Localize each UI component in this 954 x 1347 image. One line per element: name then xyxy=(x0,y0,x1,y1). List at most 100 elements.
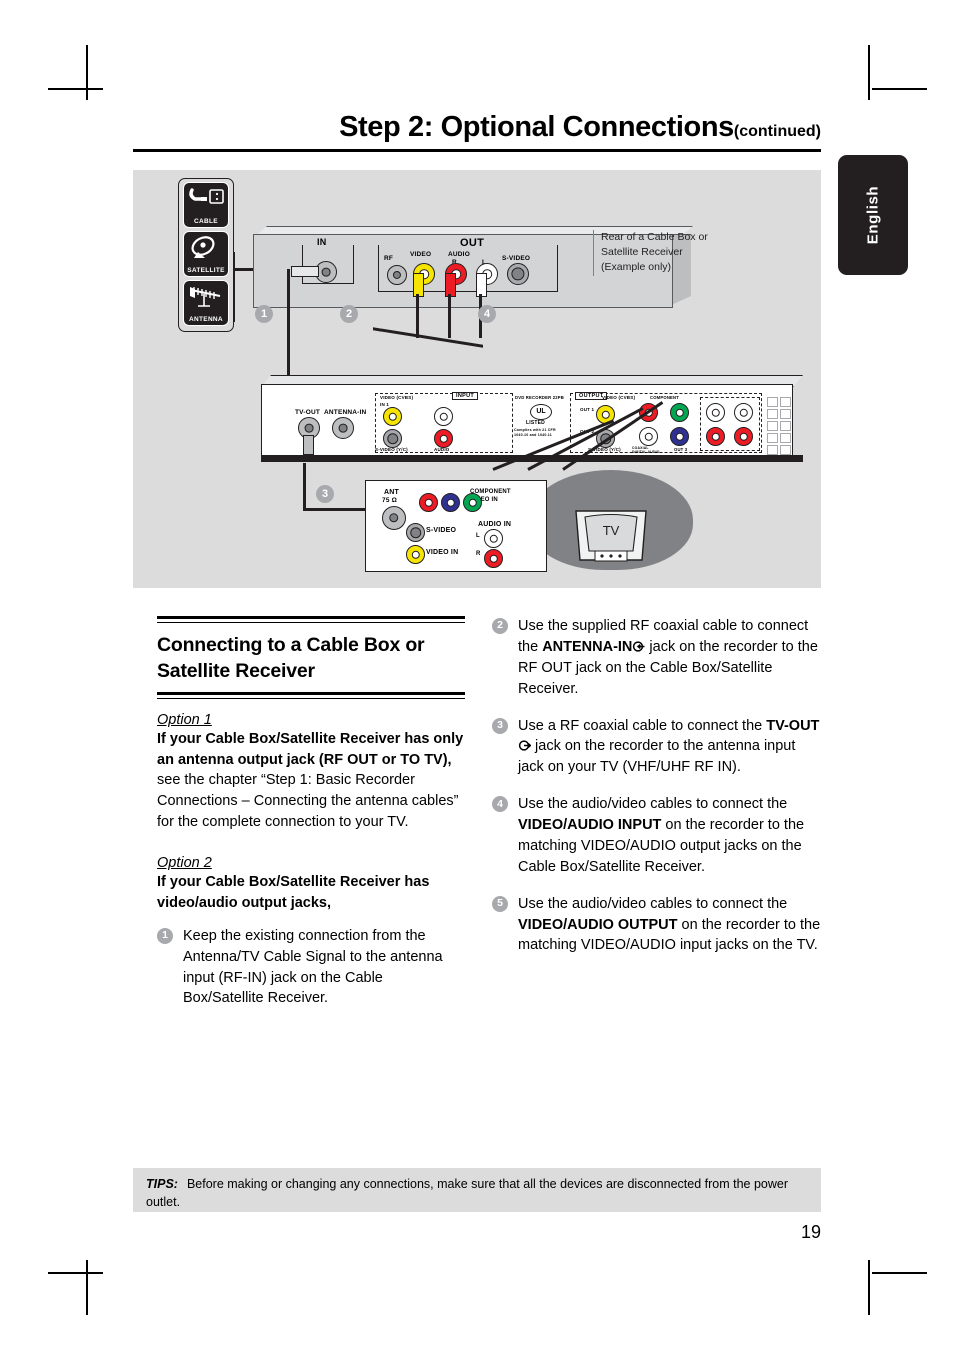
cable-box-out-label: OUT xyxy=(457,237,488,249)
tv-video-in-label: VIDEO IN xyxy=(426,549,459,556)
cable-box-caption-line1: Rear of a Cable Box or xyxy=(601,231,708,243)
tvout-plug xyxy=(303,435,314,455)
cable-box-audio-label: AUDIO xyxy=(448,251,470,258)
left-text-column: Connecting to a Cable Box or Satellite R… xyxy=(157,616,465,1025)
step-1-number: 1 xyxy=(157,927,173,944)
recorder-coaxial-label: COAXIAL DIGITAL AUDIO xyxy=(632,446,660,455)
page-header: Step 2: Optional Connections(continued) xyxy=(133,111,821,153)
crop-mark-br-h xyxy=(872,1272,927,1274)
step-3-pre: Use a RF coaxial cable to connect the xyxy=(518,717,767,734)
cable-box-caption: Rear of a Cable Box or Satellite Receive… xyxy=(593,230,791,276)
tv-set: TV xyxy=(573,508,649,570)
recorder-svideo-in-jack xyxy=(383,429,402,448)
recorder-video-in-label: VIDEO (CVBS) xyxy=(380,395,414,400)
tv-out-jack-icon xyxy=(518,738,532,752)
tips-box: TIPS: Before making or changing any conn… xyxy=(133,1168,821,1212)
recorder-coaxial-digital-jack xyxy=(639,427,658,446)
page-title-continued: (continued) xyxy=(733,123,821,140)
tv-audio-r-jack xyxy=(484,549,503,568)
step-5-bold: VIDEO/AUDIO OUTPUT xyxy=(518,916,678,933)
crop-mark-tl-v xyxy=(86,45,88,100)
recorder-svideo-yc-label: S-VIDEO (Y/C) xyxy=(375,447,408,452)
tv-audio-l-jack xyxy=(484,529,503,548)
cable-box-video-label: VIDEO xyxy=(410,251,432,258)
step-2: 2 Use the supplied RF coaxial cable to co… xyxy=(492,616,822,700)
source-antenna-label: ANTENNA xyxy=(189,316,223,323)
section-heading: Connecting to a Cable Box or Satellite R… xyxy=(157,634,425,683)
step-2-number: 2 xyxy=(492,618,508,634)
step-4-number: 4 xyxy=(492,796,508,813)
tvout-to-tv-wire-v xyxy=(303,463,306,511)
cable-box-caption-line2: Satellite Receiver xyxy=(601,246,683,259)
cable-box-caption-line3: (Example only) xyxy=(601,261,672,274)
language-tab: English xyxy=(838,155,908,275)
tv-video-in-jack xyxy=(406,545,425,564)
recorder-component-label: COMPONENT xyxy=(650,395,680,400)
page-title-main: Step 2: Optional Connections xyxy=(339,111,734,143)
tv-ant-label: ANT xyxy=(384,489,399,496)
callout-1: 1 xyxy=(255,305,273,323)
recorder-in1-label: IN 1 xyxy=(380,402,390,407)
tv-audio-in-label: AUDIO IN xyxy=(478,521,512,528)
recorder-rear-panel: TV-OUT ANTENNA-IN INPUT VIDEO (CVBS) IN … xyxy=(261,375,803,470)
rf-wire-down xyxy=(287,269,290,382)
step-3-number: 3 xyxy=(492,717,508,734)
tv-component-y-jack xyxy=(463,493,482,512)
step-3-post: jack on the recorder to the antenna inpu… xyxy=(518,738,796,776)
callout-4: 4 xyxy=(478,305,496,323)
crop-mark-tr-h xyxy=(872,88,927,90)
tips-label: TIPS: xyxy=(146,1177,178,1191)
recorder-listed-label: LISTED xyxy=(526,420,545,426)
tv-svideo-label: S-VIDEO xyxy=(426,527,457,534)
recorder-component-y-jack xyxy=(670,403,689,422)
rf-plug-cablebox xyxy=(291,266,319,277)
step-1: 1 Keep the existing connection from the … xyxy=(157,926,465,1010)
step-3-bold: TV-OUT xyxy=(766,717,820,734)
recorder-audio-out-group xyxy=(700,397,760,451)
option2-bold: If your Cable Box/Satellite Receiver has… xyxy=(157,874,430,911)
step-4-pre: Use the audio/video cables to connect th… xyxy=(518,796,788,813)
av-wire-video xyxy=(416,294,419,338)
recorder-face: TV-OUT ANTENNA-IN INPUT VIDEO (CVBS) IN … xyxy=(261,384,793,458)
source-bracket-vertical xyxy=(233,252,235,322)
ul-mark-icon: UL xyxy=(530,404,552,420)
recorder-tvout-label: TV-OUT xyxy=(295,409,321,416)
tv-audio-r-label: R xyxy=(476,551,481,557)
svg-text:TV: TV xyxy=(603,523,620,538)
step-5-pre: Use the audio/video cables to connect th… xyxy=(518,895,788,912)
tv-svideo-jack xyxy=(406,523,425,542)
recorder-audio-l-in-jack xyxy=(434,407,453,426)
cable-outlet-icon xyxy=(184,186,228,211)
recorder-bottom-edge xyxy=(261,455,803,462)
section-rule-top xyxy=(157,616,465,623)
recorder-antennain-label: ANTENNA-IN xyxy=(324,409,367,416)
crop-mark-bl-h xyxy=(48,1272,103,1274)
crop-mark-tr-v xyxy=(868,45,870,100)
option1-label: Option 1 xyxy=(157,711,212,728)
av-wire-audio-r xyxy=(448,294,451,338)
cable-box-rf-label: RF xyxy=(384,255,394,262)
source-cable: CABLE xyxy=(183,182,229,228)
callout-3: 3 xyxy=(316,485,334,503)
recorder-out1-label: OUT 1 xyxy=(580,407,595,412)
recorder-video-out-label: VIDEO (CVBS) xyxy=(602,395,636,400)
source-satellite: SATELLITE xyxy=(183,231,229,277)
source-satellite-label: SATELLITE xyxy=(187,267,225,274)
section-rule-bottom xyxy=(157,691,465,699)
right-text-column: 2 Use the supplied RF coaxial cable to co… xyxy=(492,616,822,972)
recorder-input-label: INPUT xyxy=(452,392,478,400)
source-antenna: ANTENNA xyxy=(183,280,229,326)
step-3: 3 Use a RF coaxial cable to connect the T… xyxy=(492,716,822,779)
signal-source-stack: CABLE SATELLITE ANTENNA xyxy=(178,178,234,332)
recorder-audio-r-in-jack xyxy=(434,429,453,448)
step-1-text: Keep the existing connection from the An… xyxy=(183,927,443,1007)
recorder-vent-grid xyxy=(767,397,791,455)
callout-2: 2 xyxy=(340,305,358,323)
language-tab-label: English xyxy=(864,185,882,245)
recorder-out3-label: OUT 3 xyxy=(674,447,688,452)
page-number: 19 xyxy=(800,1222,821,1242)
source-cable-label: CABLE xyxy=(194,218,218,225)
satellite-dish-icon xyxy=(184,235,228,260)
step-4-bold: VIDEO/AUDIO INPUT xyxy=(518,817,662,833)
cable-box-svideo-label: S-VIDEO xyxy=(502,255,531,262)
